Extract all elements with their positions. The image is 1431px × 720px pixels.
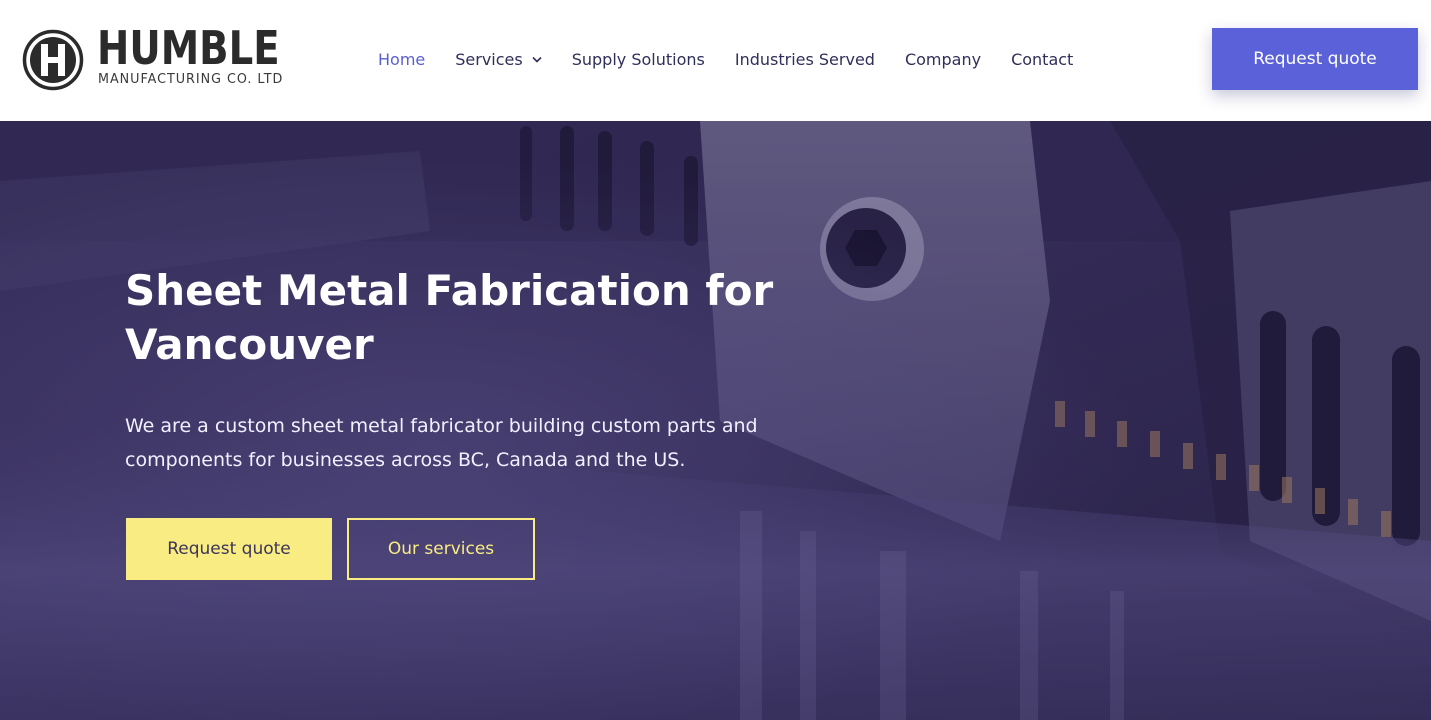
brand-tagline: MANUFACTURING CO. LTD — [98, 72, 284, 87]
nav-item-contact[interactable]: Contact — [1011, 50, 1073, 69]
site-header: HUMBLE MANUFACTURING CO. LTD Home Servic… — [0, 0, 1431, 121]
hero-our-services-button[interactable]: Our services — [347, 518, 535, 580]
chevron-down-icon — [532, 56, 542, 63]
hero-section: Sheet Metal Fabrication for Vancouver We… — [0, 121, 1431, 720]
hero-title: Sheet Metal Fabrication for Vancouver — [125, 266, 774, 369]
nav-item-company[interactable]: Company — [905, 50, 981, 69]
nav-item-industries-served[interactable]: Industries Served — [735, 50, 875, 69]
main-nav: Home Services Supply Solutions Industrie… — [378, 46, 1103, 72]
hero-description: We are a custom sheet metal fabricator b… — [125, 415, 758, 471]
brand-logo[interactable]: HUMBLE MANUFACTURING CO. LTD — [22, 21, 297, 93]
hero-request-quote-button[interactable]: Request quote — [126, 518, 332, 580]
nav-item-supply-solutions[interactable]: Supply Solutions — [572, 50, 705, 69]
brand-name: HUMBLE — [97, 21, 280, 75]
nav-item-home[interactable]: Home — [378, 50, 425, 69]
logo-h-icon — [22, 29, 84, 91]
nav-item-services[interactable]: Services — [455, 49, 542, 69]
header-request-quote-button[interactable]: Request quote — [1212, 28, 1418, 90]
nav-item-services-label: Services — [455, 49, 523, 69]
